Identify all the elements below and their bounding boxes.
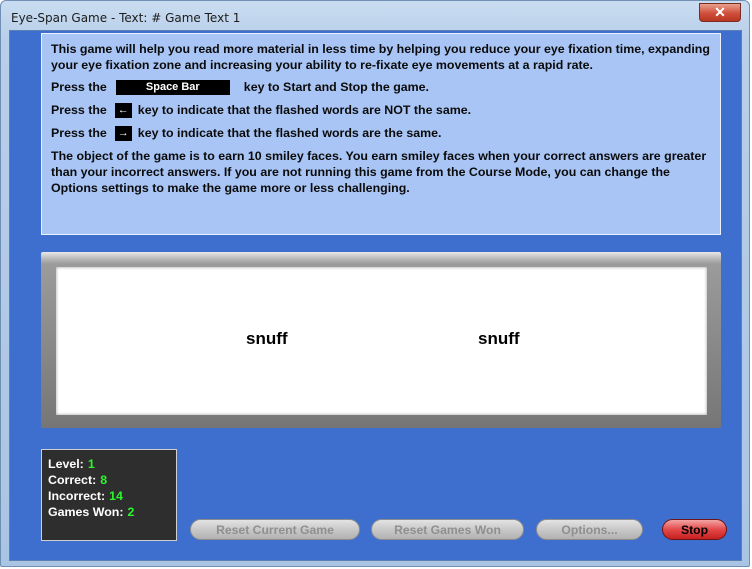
games-won-row: Games Won: 2 [48,504,176,520]
stop-button[interactable]: Stop [662,519,727,540]
level-row: Level: 1 [48,456,176,472]
incorrect-row: Incorrect: 14 [48,488,176,504]
right-arrow-text: key to indicate that the flashed words a… [137,126,442,140]
options-button[interactable]: Options... [536,519,643,540]
instructions-panel: This game will help you read more materi… [41,33,721,235]
level-value: 1 [87,457,95,471]
space-bar-instruction: Press the Space Bar key to Start and Sto… [51,79,714,95]
level-label: Level: [48,457,84,471]
games-won-label: Games Won: [48,505,124,519]
right-arrow-icon: → [114,125,132,141]
incorrect-value: 14 [109,489,123,503]
right-arrow-instruction: Press the → key to indicate that the fla… [51,125,714,141]
correct-label: Correct: [48,473,97,487]
games-won-value: 2 [127,505,135,519]
space-bar-key: Space Bar [115,79,230,95]
score-panel: Level: 1 Correct: 8 Incorrect: 14 Games Won… [41,449,177,541]
right-flashed-word: snuff [478,329,520,348]
press-label: Press the [51,126,107,140]
correct-value: 8 [100,473,108,487]
left-arrow-icon: ← [114,102,132,118]
word-display-area: snuff snuff [56,267,707,415]
game-panel: This game will help you read more materi… [9,30,742,561]
reset-current-game-button[interactable]: Reset Current Game [190,519,360,540]
word-display-frame: snuff snuff [41,252,721,428]
left-arrow-instruction: Press the ← key to indicate that the fla… [51,102,714,118]
press-label: Press the [51,103,107,117]
game-window: Eye-Span Game - Text: # Game Text 1 ✕ Th… [0,0,750,567]
intro-text: This game will help you read more materi… [51,42,710,72]
window-title: Eye-Span Game - Text: # Game Text 1 [11,11,241,25]
close-icon[interactable]: ✕ [699,3,741,22]
objective-text: The object of the game is to earn 10 smi… [51,149,707,195]
incorrect-label: Incorrect: [48,489,106,503]
reset-games-won-button[interactable]: Reset Games Won [371,519,524,540]
press-label: Press the [51,80,107,94]
space-bar-text: key to Start and Stop the game. [243,80,430,94]
left-flashed-word: snuff [246,329,288,348]
left-arrow-text: key to indicate that the flashed words a… [137,103,472,117]
correct-row: Correct: 8 [48,472,176,488]
